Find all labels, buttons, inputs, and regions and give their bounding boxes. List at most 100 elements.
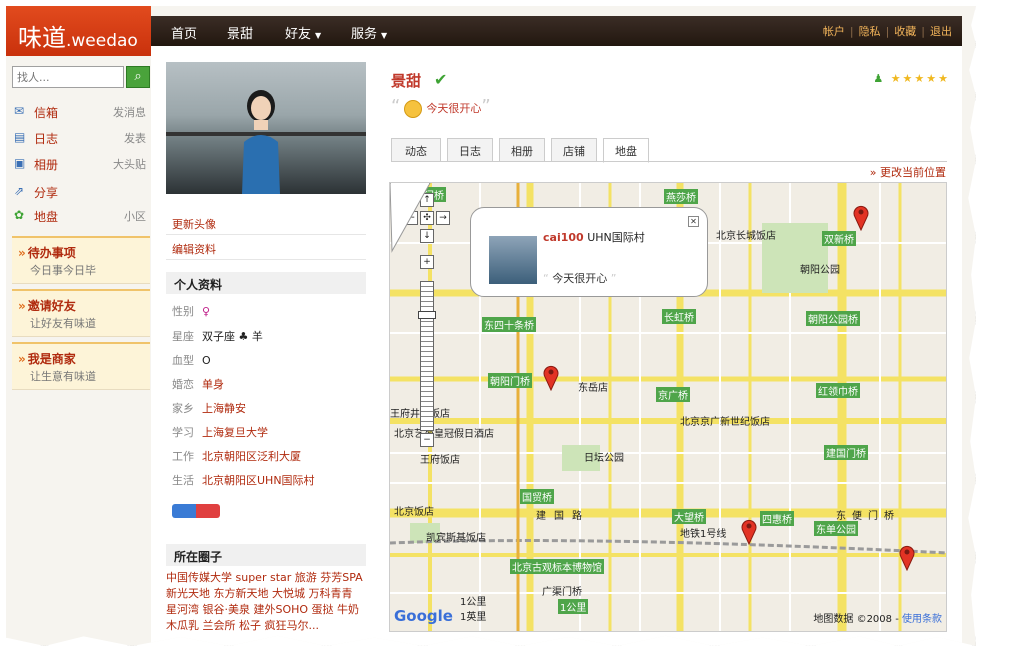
field-key: 家乡 [172, 402, 194, 415]
zoom-in-button[interactable]: + [420, 255, 434, 269]
infowindow-user[interactable]: cai100 [543, 231, 584, 244]
close-icon[interactable]: ✕ [688, 216, 699, 227]
nav-services[interactable]: 服务 ▼ [351, 23, 387, 42]
scale-mile: 1英里 [460, 612, 487, 623]
map-pin-marker[interactable] [898, 543, 916, 571]
map-label: 东四十条桥 [482, 317, 536, 332]
todo-title: 待办事项 [18, 244, 76, 261]
field-zodiac: 星座 双子座 ♣ 羊 [172, 328, 263, 344]
nav-friends[interactable]: 好友 ▼ [285, 23, 321, 42]
site-logo[interactable]: 味道.weedao [18, 18, 138, 53]
field-value[interactable]: 上海复旦大学 [202, 426, 268, 439]
merchant-desc: 让生意有味道 [30, 370, 96, 383]
sidebar-item-blog[interactable]: ▤ 日志 发表 [12, 128, 150, 148]
map-pin-marker[interactable] [542, 363, 560, 391]
search-input[interactable] [12, 66, 124, 88]
logo-sub: .weedao [66, 31, 138, 51]
copyright-text: 地图数据 ©2008 [813, 614, 893, 625]
link-privacy[interactable]: 隐私 [859, 25, 881, 38]
nav-profile[interactable]: 景甜 [227, 23, 253, 42]
sidebar-item-label: 分享 [34, 186, 59, 200]
map-label: 地铁1号线 [680, 529, 727, 540]
sidebar-item-album[interactable]: ▣ 相册 大头贴 [12, 154, 150, 174]
map-label: 王府饭店 [420, 455, 460, 466]
zoom-out-button[interactable]: − [420, 433, 434, 447]
link-account[interactable]: 帐户 [823, 25, 845, 38]
zoom-slider-thumb[interactable] [418, 311, 436, 319]
status-text: 今天很开心 [426, 102, 482, 115]
map-label: 朝阳公园 [800, 265, 840, 276]
map-pin-marker[interactable] [740, 517, 758, 545]
profile-photo[interactable] [166, 62, 366, 194]
map-label: 北京饭店 [394, 507, 434, 518]
sidebar-sub-link[interactable]: 发表 [124, 130, 146, 146]
circles-section-title: 所在圈子 [166, 544, 366, 566]
infowindow-tail [390, 183, 431, 253]
sidebar-item-territory[interactable]: ✿ 地盘 小区 [12, 206, 150, 226]
merchant-box[interactable]: 我是商家 让生意有味道 [12, 342, 150, 390]
map-infowindow[interactable]: ✕ cai100 UHN国际村 “ 今天很开心 ” [470, 207, 708, 297]
update-avatar-link[interactable]: 更新头像 [172, 216, 216, 232]
photo-icon: ▣ [14, 156, 26, 170]
close-quote-icon: ” [607, 272, 617, 285]
map-label: 东岳店 [578, 383, 608, 394]
map-copyright: 地图数据 ©2008 - 使用条款 [813, 614, 942, 625]
todo-desc: 今日事今日毕 [30, 264, 96, 277]
map-label: 北京长城饭店 [716, 231, 776, 242]
field-value[interactable]: 北京朝阳区泛利大厦 [202, 450, 301, 463]
field-blood: 血型 O [172, 352, 211, 368]
sidebar-sub-link[interactable]: 发消息 [113, 104, 146, 120]
circles-list[interactable]: 中国传媒大学 super star 旅游 芬芳SPA 新光天地 东方新天地 大悦… [166, 570, 366, 634]
sidebar-item-mail[interactable]: ✉ 信箱 发消息 [12, 102, 150, 122]
map-icon: ✿ [14, 208, 25, 222]
change-location-link[interactable]: » 更改当前位置 [870, 164, 946, 180]
search-button[interactable]: ⌕ [126, 66, 150, 88]
sidebar-item-label: 信箱 [34, 106, 59, 120]
nav-home[interactable]: 首页 [171, 23, 197, 42]
tab-blog[interactable]: 日志 [447, 138, 493, 162]
map-view[interactable]: 东直门桥 燕莎桥 北京长城饭店 双新桥 朝阳公园 东四十条桥 长虹桥 朝阳公园桥… [389, 182, 947, 632]
todo-box[interactable]: 待办事项 今日事今日毕 [12, 236, 150, 284]
tab-shop[interactable]: 店铺 [551, 138, 597, 162]
sidebar-sub-link[interactable]: 大头贴 [113, 156, 146, 172]
sidebar-sub-link[interactable]: 小区 [124, 208, 146, 224]
sidebar-item-label: 日志 [34, 132, 59, 146]
map-label: 建国门桥 [824, 445, 868, 460]
map-pin-marker[interactable] [852, 203, 870, 231]
map-label: 红领巾桥 [816, 383, 860, 398]
field-value[interactable]: 单身 [202, 378, 224, 391]
map-label: 京广桥 [656, 387, 690, 402]
mail-icon: ✉ [14, 104, 25, 118]
field-value: O [202, 354, 211, 367]
field-value[interactable]: 上海静安 [202, 402, 246, 415]
map-label: 国贸桥 [520, 489, 554, 504]
link-favorites[interactable]: 收藏 [894, 25, 916, 38]
rating: ♟ ★★★★★ [873, 72, 950, 85]
tab-feed[interactable]: 动态 [391, 138, 441, 162]
link-logout[interactable]: 退出 [930, 25, 952, 38]
map-label: 大望桥 [672, 509, 706, 524]
sidebar-item-share[interactable]: ⇗ 分享 [12, 182, 150, 202]
infowindow-avatar[interactable] [489, 236, 537, 284]
share-toggle-button[interactable] [172, 504, 220, 518]
zoom-slider-track[interactable] [420, 281, 434, 431]
female-icon: ♀ [202, 305, 211, 318]
edit-profile-link[interactable]: 编辑资料 [172, 241, 216, 257]
field-value[interactable]: 北京朝阳区UHN国际村 [202, 474, 315, 487]
tab-territory[interactable]: 地盘 [603, 138, 649, 163]
field-work: 工作 北京朝阳区泛利大厦 [172, 448, 301, 464]
tab-divider [391, 161, 947, 162]
tab-album[interactable]: 相册 [499, 138, 545, 162]
field-gender: 性别 ♀ [172, 303, 210, 319]
infowindow-place: UHN国际村 [587, 231, 645, 244]
field-key: 性别 [172, 305, 194, 318]
field-key: 生活 [172, 474, 194, 487]
invite-box[interactable]: 邀请好友 让好友有味道 [12, 289, 150, 337]
map-label: 东便门桥 [836, 511, 900, 522]
google-logo[interactable]: Google [394, 607, 453, 625]
user-icon: ♟ [873, 72, 886, 85]
terms-link[interactable]: 使用条款 [902, 614, 942, 625]
field-key: 婚恋 [172, 378, 194, 391]
invite-desc: 让好友有味道 [30, 317, 96, 330]
map-label: 长虹桥 [662, 309, 696, 324]
